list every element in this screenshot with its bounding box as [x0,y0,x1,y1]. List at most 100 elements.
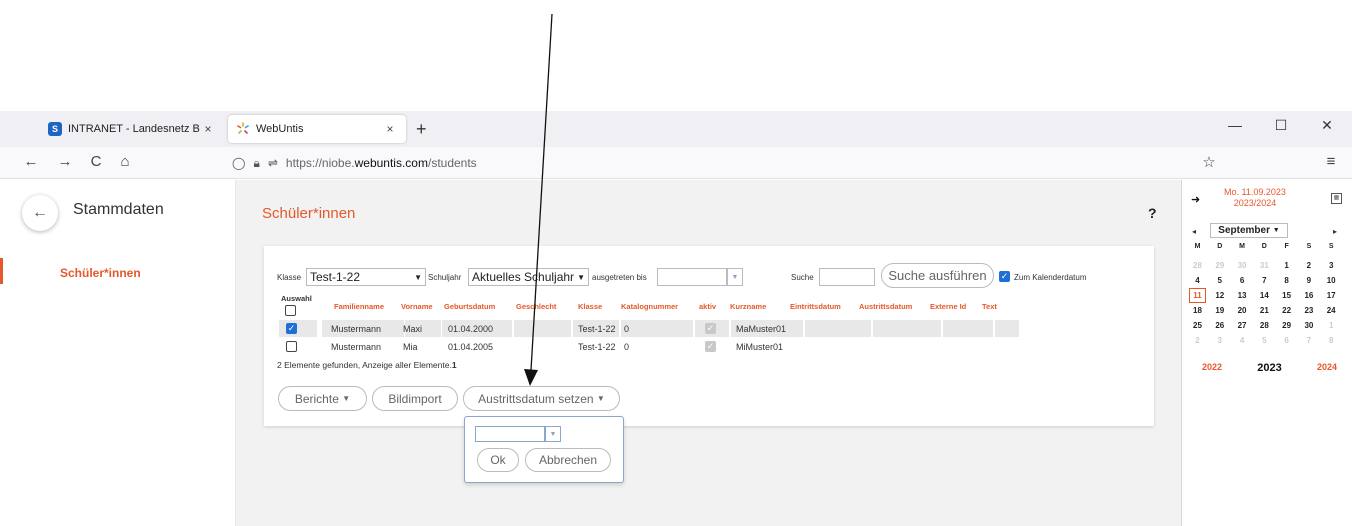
col-eintrittsdatum[interactable]: Eintrittsdatum [790,302,841,311]
calendar-day[interactable]: 6 [1234,273,1251,288]
austrittsdatum-button[interactable]: Austrittsdatum setzen ▼ [463,386,620,411]
calendar-next-icon[interactable]: ▸ [1333,227,1337,236]
calendar-day[interactable]: 28 [1189,258,1206,273]
col-klasse[interactable]: Klasse [578,302,602,311]
sidebar-back-button[interactable]: ← [22,195,58,231]
col-austrittsdatum[interactable]: Austrittsdatum [859,302,912,311]
tab-intranet[interactable]: S INTRANET - Landesnetz Bildung × [40,115,224,143]
col-aktiv[interactable]: aktiv [699,302,716,311]
maximize-button[interactable]: ☐ [1258,117,1304,134]
calendar-day[interactable]: 31 [1256,258,1273,273]
calendar-day[interactable]: 30 [1234,258,1251,273]
tab-close-icon[interactable]: × [382,122,398,136]
permissions-icon[interactable]: ⇌ [268,156,278,170]
calendar-day[interactable]: 30 [1300,318,1317,333]
calendar-day[interactable]: 22 [1278,303,1295,318]
year-next[interactable]: 2024 [1317,362,1337,374]
calendar-day[interactable]: 16 [1300,288,1317,303]
forward-icon[interactable]: → [54,153,76,170]
calendar-day[interactable]: 8 [1278,273,1295,288]
klasse-select[interactable]: Test-1-22 ▼ [306,268,426,286]
calendar-day[interactable]: 24 [1323,303,1340,318]
calendar-day[interactable]: 5 [1256,333,1273,348]
calendar-day[interactable]: 1 [1323,318,1340,333]
calendar-nav-arrow-icon[interactable]: ➜ [1191,193,1200,206]
col-katalognummer[interactable]: Katalognummer [621,302,678,311]
ok-button[interactable]: Ok [477,448,519,472]
calendar-day[interactable]: 25 [1189,318,1206,333]
calendar-day[interactable]: 9 [1300,273,1317,288]
calendar-grid-icon[interactable]: ▦ [1331,193,1342,204]
popup-date-input[interactable] [475,426,545,442]
kalender-checkbox[interactable]: ✓ [999,271,1010,282]
back-icon[interactable]: ← [20,153,42,170]
new-tab-button[interactable]: + [416,119,427,140]
col-vorname[interactable]: Vorname [401,302,433,311]
calendar-day[interactable]: 23 [1300,303,1317,318]
calendar-day[interactable]: 21 [1256,303,1273,318]
app-menu-icon[interactable]: ≡ [1320,153,1342,170]
calendar-day[interactable]: 5 [1211,273,1228,288]
help-icon[interactable]: ? [1148,205,1157,221]
col-externe-id[interactable]: Externe Id [930,302,966,311]
calendar-day[interactable]: 11 [1189,288,1206,303]
calendar-day[interactable]: 15 [1278,288,1295,303]
minimize-button[interactable]: — [1212,117,1258,133]
calendar-day[interactable]: 14 [1256,288,1273,303]
calendar-day[interactable]: 7 [1256,273,1273,288]
date-dropdown-icon[interactable]: ▼ [727,268,743,286]
calendar-day[interactable]: 27 [1234,318,1251,333]
home-icon[interactable]: ⌂ [114,153,136,170]
col-familienname[interactable]: Familienname [334,302,384,311]
cancel-button[interactable]: Abbrechen [525,448,611,472]
month-select[interactable]: September ▼ [1210,223,1288,238]
year-current[interactable]: 2023 [1257,362,1281,374]
calendar-day[interactable]: 2 [1189,333,1206,348]
calendar-day[interactable]: 8 [1323,333,1340,348]
col-geburtsdatum[interactable]: Geburtsdatum [444,302,495,311]
schuljahr-select[interactable]: Aktuelles Schuljahr ▼ [468,268,589,286]
berichte-button[interactable]: Berichte ▼ [278,386,367,411]
reload-icon[interactable]: C [85,153,107,170]
table-row[interactable]: Mustermann Mia 01.04.2005 Test-1-22 0 ✓ … [279,338,1004,355]
calendar-day[interactable]: 13 [1234,288,1251,303]
popup-date-dropdown-icon[interactable]: ▼ [545,426,561,442]
year-prev[interactable]: 2022 [1202,362,1222,374]
row-checkbox[interactable]: ✓ [286,323,297,334]
url-bar[interactable]: ◯ 🔒︎ ⇌ https://niobe. webuntis.com/studen… [232,151,1190,175]
calendar-day[interactable]: 6 [1278,333,1295,348]
calendar-day[interactable]: 2 [1300,258,1317,273]
calendar-day[interactable]: 17 [1323,288,1340,303]
calendar-day[interactable]: 3 [1211,333,1228,348]
calendar-day[interactable]: 4 [1189,273,1206,288]
search-input[interactable] [819,268,875,286]
bookmark-star-icon[interactable]: ☆ [1198,153,1220,171]
calendar-day[interactable]: 28 [1256,318,1273,333]
calendar-day[interactable]: 18 [1189,303,1206,318]
tab-close-icon[interactable]: × [200,122,216,136]
col-kurzname[interactable]: Kurzname [730,302,766,311]
calendar-day[interactable]: 10 [1323,273,1340,288]
calendar-day[interactable]: 7 [1300,333,1317,348]
calendar-day[interactable]: 20 [1234,303,1251,318]
calendar-day[interactable]: 3 [1323,258,1340,273]
window-close-button[interactable]: ✕ [1304,117,1350,134]
calendar-prev-icon[interactable]: ◂ [1192,227,1196,236]
table-row[interactable]: ✓ Mustermann Maxi 01.04.2000 Test-1-22 0… [279,320,1019,337]
tab-webuntis[interactable]: WebUntis × [228,115,406,143]
calendar-day[interactable]: 29 [1278,318,1295,333]
row-checkbox[interactable] [286,341,297,352]
sidebar-item-schueler[interactable]: Schüler*innen [60,266,141,280]
select-all-checkbox[interactable] [285,305,296,316]
calendar-day[interactable]: 26 [1211,318,1228,333]
calendar-day[interactable]: 19 [1211,303,1228,318]
search-button[interactable]: Suche ausführen [881,263,994,288]
calendar-day[interactable]: 4 [1234,333,1251,348]
bildimport-button[interactable]: Bildimport [372,386,458,411]
col-text[interactable]: Text [982,302,997,311]
calendar-day[interactable]: 1 [1278,258,1295,273]
calendar-day[interactable]: 12 [1211,288,1228,303]
col-geschlecht[interactable]: Geschlecht [516,302,556,311]
calendar-day[interactable]: 29 [1211,258,1228,273]
ausgetreten-date-input[interactable] [657,268,727,286]
